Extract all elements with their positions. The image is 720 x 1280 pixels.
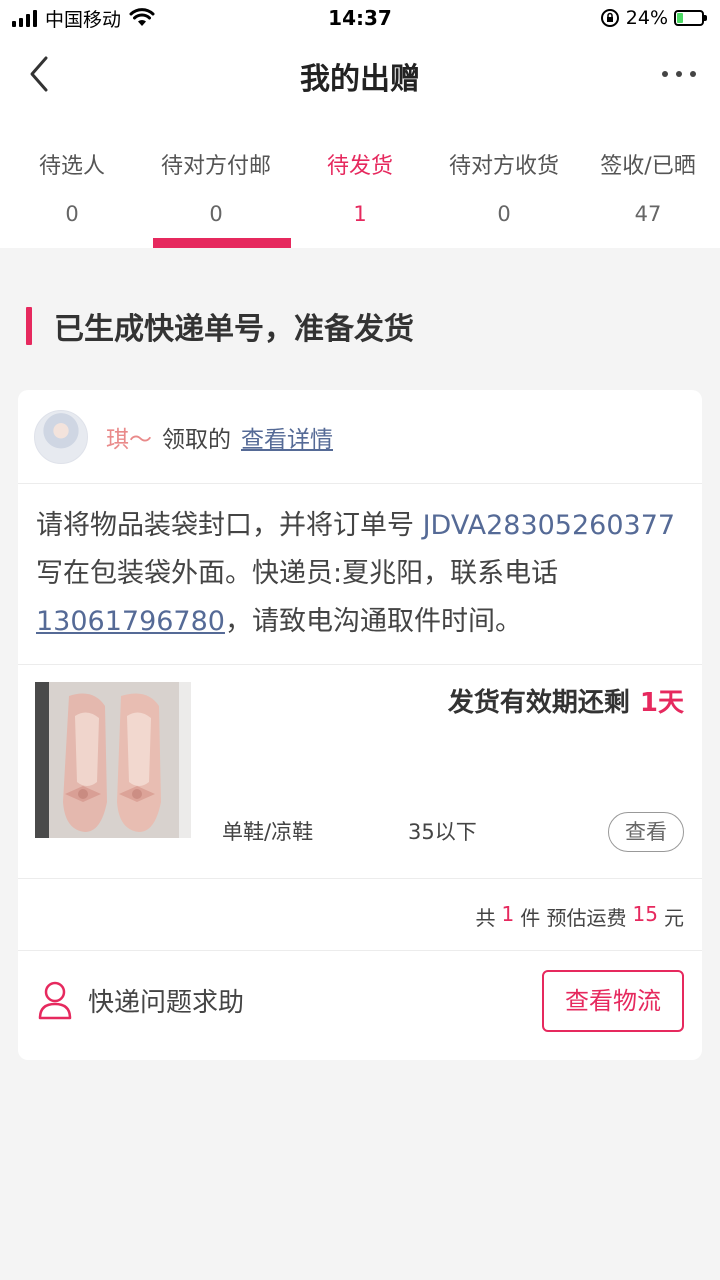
divider [18, 878, 702, 879]
tab-count: 0 [497, 202, 511, 226]
section-title: 已生成快递单号，准备发货 [54, 312, 414, 347]
tab-waiting-selection[interactable]: 待选人 0 [0, 112, 144, 248]
order-card: 琪～ 领取的 查看详情 请将物品装袋封口，并将订单号 JDVA283052603… [18, 390, 702, 1060]
tab-label: 待对方付邮 [160, 154, 271, 179]
product-category: 单鞋/凉鞋 [222, 820, 314, 844]
courier-phone-link[interactable]: 13061796780 [36, 606, 225, 637]
receiver-name: 琪～ [106, 427, 152, 453]
tab-count: 47 [634, 202, 662, 226]
more-dots-icon[interactable] [662, 62, 696, 86]
currency-label: 元 [664, 906, 684, 930]
shoes-image [35, 682, 191, 838]
section-accent-bar [26, 307, 32, 345]
courier-help[interactable]: 快递问题求助 [38, 980, 244, 1020]
tab-count: 0 [65, 202, 79, 226]
item-count: 1 [501, 902, 515, 926]
status-tabs: 待选人 0 待对方付邮 0 待发货 1 待对方收货 0 签收/已晒 47 [0, 112, 720, 248]
tab-waiting-postage[interactable]: 待对方付邮 0 [144, 112, 288, 248]
product-image[interactable] [35, 682, 191, 838]
tab-label: 待发货 [326, 154, 393, 179]
shipping-deadline: 发货有效期还剩 1天 [448, 682, 684, 719]
card-header: 琪～ 领取的 查看详情 [18, 390, 702, 484]
nav-bar: 我的出赠 [0, 36, 720, 112]
rotation-lock-icon [600, 9, 619, 27]
section-header: 已生成快递单号，准备发货 [26, 306, 414, 347]
tab-count: 1 [353, 202, 367, 226]
shipping-instructions: 请将物品装袋封口，并将订单号 JDVA28305260377 写在包装袋外面。快… [36, 502, 684, 646]
divider [18, 950, 702, 951]
tab-label: 待选人 [38, 154, 105, 179]
page-title: 我的出赠 [300, 62, 420, 97]
product-size: 35以下 [408, 820, 477, 844]
active-tab-indicator [153, 238, 291, 248]
summary-unit: 件 预估运费 [520, 906, 627, 930]
instruction-text: 写在包装袋外面。快递员:夏兆阳，联系电话 [36, 558, 559, 589]
tab-received[interactable]: 签收/已晒 47 [576, 112, 720, 248]
view-detail-link[interactable]: 查看详情 [241, 420, 333, 454]
user-icon [38, 981, 72, 1020]
tab-label: 待对方收货 [448, 154, 559, 179]
help-label: 快递问题求助 [88, 987, 245, 1018]
instruction-text: ，请致电沟通取件时间。 [224, 606, 522, 637]
view-logistics-button[interactable]: 查看物流 [542, 970, 684, 1032]
order-summary: 共 1 件 预估运费 15 元 [475, 902, 684, 931]
divider [18, 664, 702, 665]
tab-count: 0 [209, 202, 223, 226]
deadline-value: 1天 [639, 688, 684, 718]
tab-waiting-receipt[interactable]: 待对方收货 0 [432, 112, 576, 248]
view-product-button[interactable]: 查看 [608, 812, 684, 852]
tab-waiting-shipment[interactable]: 待发货 1 [288, 112, 432, 248]
battery-percent: 24% [625, 7, 668, 29]
status-bar: 中国移动 14:37 24% [0, 0, 720, 36]
order-number: JDVA28305260377 [422, 510, 676, 541]
instruction-text: 请将物品装袋封口，并将订单号 [36, 510, 423, 541]
summary-prefix: 共 [475, 906, 496, 930]
shipping-fee: 15 [632, 902, 658, 926]
avatar[interactable] [34, 410, 88, 464]
tab-label: 签收/已晒 [600, 154, 696, 179]
receiver-action: 领取的 [162, 427, 231, 453]
deadline-label: 发货有效期还剩 [447, 688, 630, 718]
battery-icon [674, 10, 707, 26]
